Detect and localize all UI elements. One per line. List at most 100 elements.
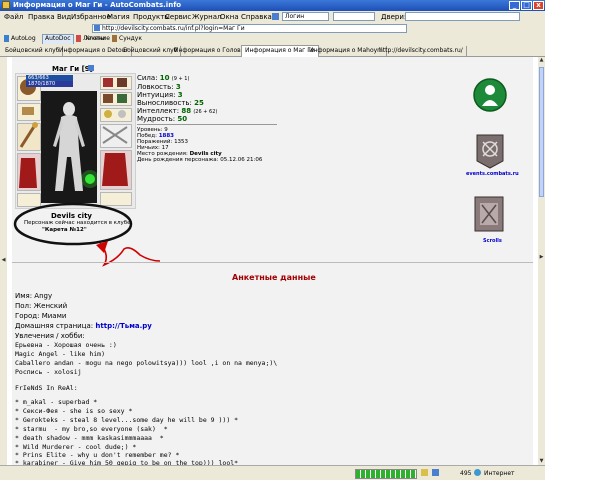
- menu-view[interactable]: Вид: [57, 13, 71, 21]
- earrings-icon: [22, 107, 34, 115]
- internet-zone-icon: [474, 469, 481, 476]
- profile-line: Caballero andan - mogu na nego polowitsy…: [15, 359, 278, 367]
- profile-line: Роспись - xolosij: [15, 368, 82, 376]
- profile-line: Eрьевна - Хорошая очень :): [15, 341, 117, 349]
- address-input[interactable]: http://devilscity.combats.ru/inf.pl?logi…: [92, 24, 407, 33]
- menu-help[interactable]: Справка: [241, 13, 272, 21]
- quick-chest[interactable]: Сундук: [119, 35, 142, 42]
- homepage-link[interactable]: http://Тьма.ру: [95, 322, 151, 330]
- menu-magic[interactable]: Магия: [107, 13, 130, 21]
- status-bar: 495 Интернет: [0, 465, 545, 480]
- quick-autolog[interactable]: AutoLog: [11, 35, 36, 42]
- character-figure: [41, 91, 97, 203]
- stat-strength: Сила: 10 (9 + 1): [137, 74, 190, 82]
- autolog-icon: [4, 35, 9, 42]
- ring-silver-icon: [118, 110, 126, 118]
- doors-label: Двери:: [381, 13, 407, 21]
- page-icon: [94, 25, 100, 31]
- info-homepage: Домашняя страница: http://Тьма.ру: [15, 322, 152, 330]
- app-icon: [2, 1, 10, 9]
- window-title: Информация о Маг Ги - AutoCombats.info: [13, 1, 182, 9]
- figure-head: [63, 102, 75, 116]
- title-bar: Информация о Маг Ги - AutoCombats.info _…: [0, 0, 545, 11]
- bracer-icon: [103, 94, 113, 103]
- tab-fightclub-1[interactable]: Бойцовский клуб: [2, 46, 64, 56]
- profile-line: * starmu - my bro,so everyone (sak) *: [15, 425, 168, 433]
- menu-file[interactable]: Файл: [4, 13, 23, 21]
- menu-service[interactable]: Сервис: [165, 13, 191, 21]
- info-name: Имя: Angy: [15, 292, 53, 300]
- profile-line: * Wild Murderer - cool dude;) *: [15, 443, 137, 451]
- menu-favorites[interactable]: Избранное: [71, 13, 111, 21]
- profile-line: * Секси-Фея - she is so sexy *: [15, 407, 133, 415]
- dress-icon: [19, 158, 37, 188]
- orb-glow: [81, 170, 97, 188]
- heal-icon: [76, 35, 81, 42]
- stat-endurance: Выносливость: 25: [137, 99, 204, 107]
- tab-devilscity-url[interactable]: http://devilscity.combats.ru/: [376, 46, 467, 56]
- security-icon: [421, 469, 428, 476]
- badge-scrolls[interactable]: [473, 195, 505, 235]
- browser-window: Информация о Маг Ги - AutoCombats.info _…: [0, 0, 545, 480]
- location-name: Devils city: [51, 212, 92, 220]
- profile-line: * m_akal - superbad *: [15, 398, 98, 406]
- club-note: Персонаж сейчас находится в клубе.: [24, 220, 133, 226]
- badge-head-icon: [485, 85, 495, 95]
- stat-intellect: Интеллект: 88 (26 + 62): [137, 107, 218, 115]
- amulet-icon: [117, 78, 127, 87]
- tab-info-mahoyni[interactable]: Информация о Mahoyni: [306, 46, 387, 56]
- popup-icon: [432, 469, 439, 476]
- badge-scrolls-caption[interactable]: Scrolls: [483, 238, 502, 244]
- menu-windows[interactable]: Окна: [220, 13, 239, 21]
- login-icon: [272, 13, 279, 20]
- mana-bar: 1870/1870: [26, 81, 73, 87]
- stats-divider: [137, 124, 277, 125]
- character-name: Маг Ги [9]: [52, 65, 93, 73]
- stat-wisdom: Мудрость: 50: [137, 115, 188, 123]
- close-button[interactable]: x: [533, 1, 544, 10]
- login-dropdown[interactable]: Логин: [282, 12, 329, 21]
- info-city: Город: Миами: [15, 312, 67, 320]
- profile-section-title: Анкетные данные: [232, 273, 316, 282]
- stat-agility: Ловкость: 3: [137, 83, 181, 91]
- profile-line: Magic Angel - like him): [15, 350, 106, 358]
- doors-dropdown[interactable]: [405, 12, 520, 21]
- menu-journal[interactable]: Журнал: [192, 13, 221, 21]
- progress-bar: [355, 469, 417, 479]
- staff-icon: [19, 124, 37, 148]
- profile-line: * Prins Elite - why u don't remember me?…: [15, 451, 180, 459]
- chest-icon: [112, 35, 117, 42]
- vertical-scrollbar[interactable]: ▲ ▶ ▼: [538, 57, 545, 465]
- badge-green-emblem[interactable]: [473, 76, 507, 114]
- stat-intuition: Интуиция: 3: [137, 91, 183, 99]
- profile-line: * Gerokteks - steal 8 level...some day h…: [15, 416, 239, 424]
- scroll-down-icon[interactable]: ▼: [538, 458, 545, 465]
- room-name: "Карета №12": [42, 227, 87, 233]
- profile-line: FrIeNdS In ReAl:: [15, 384, 78, 392]
- info-gender: Пол: Женский: [15, 302, 68, 310]
- password-field[interactable]: [333, 12, 375, 21]
- right-collapse-icon[interactable]: ▶: [538, 254, 545, 261]
- boots-icon: [102, 153, 128, 186]
- annotation-overlay: [13, 202, 161, 267]
- events-shield-icon: [476, 134, 504, 169]
- quick-launch-bar: AutoLog AutoDoc Лечение Сундук: [0, 34, 160, 45]
- progress-fill: [356, 470, 416, 478]
- ring-icon: [117, 94, 127, 103]
- badge-events[interactable]: [475, 131, 505, 169]
- scroll-up-icon[interactable]: ▲: [538, 57, 545, 64]
- info-hobbies: Увлечения / хобби:: [15, 332, 85, 340]
- stat-birthday: День рождения персонажа: 05.12.06 21:06: [137, 157, 263, 163]
- gloves-icon: [103, 78, 113, 87]
- badge-events-caption[interactable]: events.combats.ru: [466, 171, 519, 177]
- quick-heal[interactable]: Лечение: [83, 35, 110, 42]
- minimize-button[interactable]: _: [509, 1, 520, 10]
- menu-edit[interactable]: Правка: [28, 13, 55, 21]
- ring-gold-icon: [104, 110, 112, 118]
- info-icon[interactable]: [88, 65, 94, 71]
- profile-line: * death shadow - mmm kaskasimmmaaaa *: [15, 434, 164, 442]
- status-count: 495: [460, 470, 472, 477]
- maximize-button[interactable]: □: [521, 1, 532, 10]
- scroll-thumb[interactable]: [539, 67, 544, 197]
- status-zone: Интернет: [484, 470, 515, 477]
